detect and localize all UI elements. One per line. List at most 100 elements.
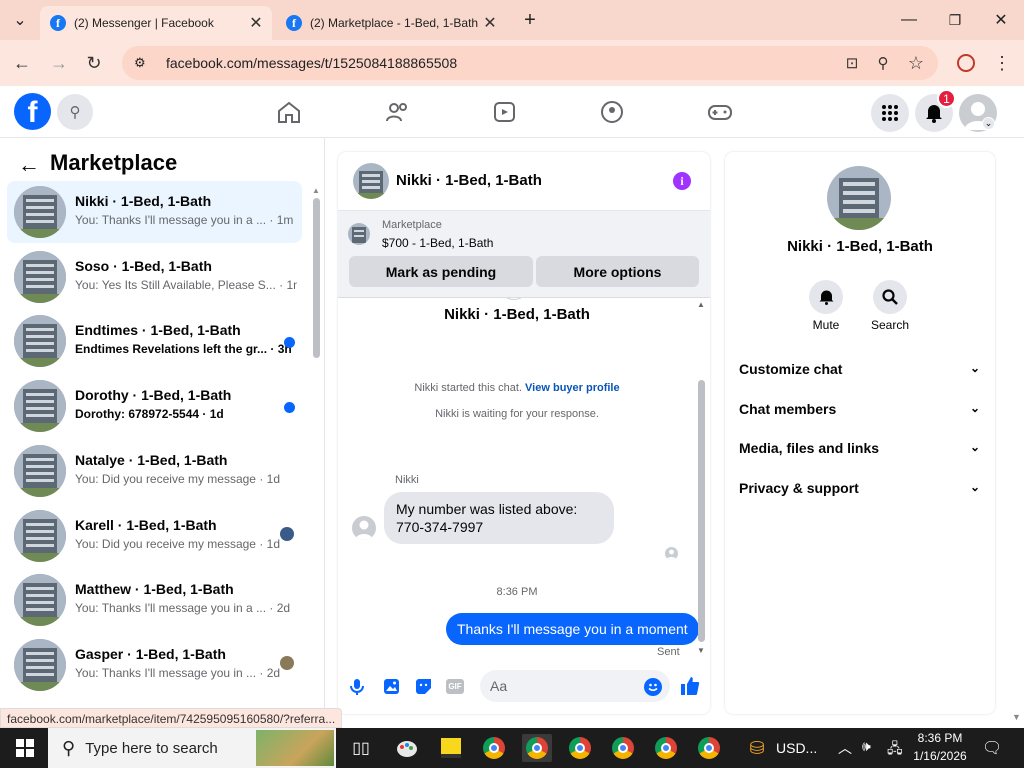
outgoing-message[interactable]: Thanks I'll message you in a moment — [446, 613, 698, 645]
tab-messenger[interactable]: f (2) Messenger | Facebook ✕ — [40, 6, 272, 40]
sticker-icon[interactable] — [415, 678, 432, 700]
chat-list-item[interactable]: Natalye · 1-Bed, 1-Bath You: Did you rece… — [7, 440, 302, 502]
search-icon[interactable]: ⚲ — [57, 94, 93, 130]
page-scroll-down-icon[interactable]: ▼ — [1012, 712, 1021, 722]
sender-avatar[interactable] — [352, 516, 376, 540]
chat-list-scrollbar[interactable]: ▲ — [312, 186, 320, 712]
listing-thumbnail[interactable] — [348, 223, 370, 245]
restore-icon[interactable]: ❐ — [941, 8, 969, 32]
task-view-icon[interactable]: ▯▯ — [346, 734, 376, 762]
clock-time[interactable]: 8:36 PM — [914, 731, 966, 745]
tab-marketplace[interactable]: f (2) Marketplace - 1-Bed, 1-Bath ✕ — [276, 6, 506, 40]
search-conversation-icon[interactable] — [873, 280, 907, 314]
video-icon[interactable] — [492, 100, 518, 129]
network-icon[interactable]: 🖧 — [887, 738, 903, 762]
address-bar[interactable]: ⚙ facebook.com/messages/t/15250841888655… — [122, 46, 938, 80]
menu-grid-icon[interactable] — [871, 94, 909, 132]
mute-bell-icon[interactable] — [809, 280, 843, 314]
chat-preview: You: Yes Its Still Available, Please S..… — [75, 278, 297, 292]
chrome-active-icon[interactable] — [522, 734, 552, 762]
chat-preview: You: Did you receive my message · 1d — [75, 537, 297, 551]
chat-list-item[interactable]: Endtimes · 1-Bed, 1-Bath Endtimes Revelat… — [7, 310, 302, 372]
more-options-button[interactable]: More options — [536, 256, 699, 287]
preview-text: You: Yes Its Still Available, Please S..… — [75, 277, 276, 292]
thread-scrollbar[interactable]: ▲ ▼ — [697, 300, 707, 656]
reload-icon[interactable]: ↻ — [81, 50, 107, 76]
currency-ticker[interactable]: USD... — [776, 740, 817, 756]
account-chevron-icon[interactable]: ⌄ — [982, 117, 995, 130]
taskbar-search-box[interactable]: ⚲ Type here to search — [48, 728, 336, 768]
chat-list-item[interactable]: Nikki · 1-Bed, 1-Bath You: Thanks I'll me… — [7, 181, 302, 243]
chat-list-item[interactable]: Gasper · 1-Bed, 1-Bath You: Thanks I'll m… — [7, 634, 302, 696]
chevron-down-icon: ⌄ — [969, 361, 980, 375]
sticky-notes-icon[interactable] — [436, 734, 466, 762]
volume-icon[interactable]: 🕪 — [862, 738, 871, 755]
chat-members-row[interactable]: Chat members ⌄ — [739, 401, 984, 417]
intro-avatar-edge — [498, 298, 530, 300]
conversation-panel: Nikki · 1-Bed, 1-Bath i Marketplace $700… — [338, 152, 710, 714]
microphone-icon[interactable] — [350, 678, 364, 701]
chrome-icon[interactable] — [565, 734, 595, 762]
tab-search-chevron-icon[interactable]: ⌄ — [6, 8, 34, 32]
privacy-support-row[interactable]: Privacy & support ⌄ — [739, 480, 984, 496]
currency-coins-icon[interactable]: ⛁ — [742, 734, 772, 762]
home-icon[interactable] — [276, 100, 302, 129]
back-arrow-icon[interactable]: ← — [18, 152, 40, 178]
view-buyer-profile-link[interactable]: View buyer profile — [525, 382, 620, 394]
thumbs-up-icon[interactable] — [680, 676, 700, 701]
chat-avatar[interactable] — [353, 163, 389, 199]
chrome-icon[interactable] — [608, 734, 638, 762]
close-tab-icon[interactable]: ✕ — [246, 13, 266, 33]
preview-time: · 2d — [269, 601, 291, 616]
media-files-links-row[interactable]: Media, files and links ⌄ — [739, 440, 984, 456]
chat-list-item[interactable]: Karell · 1-Bed, 1-Bath You: Did you recei… — [7, 505, 302, 567]
search-label[interactable]: Search — [859, 318, 921, 332]
profile-icon[interactable] — [953, 50, 979, 76]
chat-list-item[interactable]: Soso · 1-Bed, 1-Bath You: Yes Its Still A… — [7, 246, 302, 308]
back-icon[interactable]: ← — [9, 50, 35, 76]
incoming-message[interactable]: My number was listed above: 770-374-7997 — [384, 492, 614, 544]
browser-menu-icon[interactable]: ⋮ — [989, 50, 1015, 76]
emoji-icon[interactable] — [644, 678, 662, 696]
gaming-icon[interactable] — [706, 100, 734, 129]
minimize-icon[interactable]: — — [895, 8, 923, 32]
site-settings-icon[interactable]: ⚙ — [134, 55, 154, 71]
groups-icon[interactable] — [599, 100, 625, 129]
clock-date[interactable]: 1/16/2026 — [910, 749, 970, 763]
install-app-icon[interactable]: ⊡ — [839, 50, 865, 76]
notification-center-icon[interactable]: 🗨 — [982, 738, 1002, 758]
listing-title[interactable]: $700 - 1-Bed, 1-Bath — [382, 236, 493, 250]
chat-avatar — [14, 315, 66, 368]
friends-icon[interactable] — [384, 100, 410, 129]
started-text: Nikki started this chat. — [414, 382, 522, 394]
customize-chat-row[interactable]: Customize chat ⌄ — [739, 361, 984, 377]
chat-list-item[interactable]: Dorothy · 1-Bed, 1-Bath Dorothy: 678972-5… — [7, 375, 302, 437]
forward-icon[interactable]: → — [46, 50, 72, 76]
facebook-favicon-icon: f — [286, 15, 302, 31]
windows-start-icon[interactable] — [10, 734, 40, 762]
zoom-icon[interactable]: ⚲ — [870, 50, 896, 76]
chat-title[interactable]: Nikki · 1-Bed, 1-Bath — [396, 172, 542, 189]
new-tab-icon[interactable]: + — [516, 8, 544, 32]
message-input[interactable]: Aa — [480, 670, 670, 702]
paint-app-icon[interactable] — [392, 734, 422, 762]
facebook-logo[interactable]: f — [14, 93, 51, 130]
gif-icon[interactable]: GIF — [446, 679, 464, 694]
preview-time: · 1d — [202, 407, 224, 422]
chat-details-panel: Nikki · 1-Bed, 1-Bath Mute Search Custom… — [725, 152, 995, 714]
chat-list-item[interactable]: Matthew · 1-Bed, 1-Bath You: Thanks I'll … — [7, 569, 302, 631]
chat-name: Endtimes · 1-Bed, 1-Bath — [75, 322, 241, 339]
chrome-icon[interactable] — [694, 734, 724, 762]
hidden-icons-chevron-icon[interactable]: ︿ — [838, 738, 852, 758]
close-window-icon[interactable]: ✕ — [987, 8, 1015, 32]
info-icon[interactable]: i — [673, 172, 691, 190]
bookmark-star-icon[interactable]: ☆ — [903, 50, 929, 76]
close-tab-icon[interactable]: ✕ — [480, 13, 500, 33]
details-avatar[interactable] — [827, 166, 891, 230]
chrome-icon[interactable] — [651, 734, 681, 762]
mark-as-pending-button[interactable]: Mark as pending — [349, 256, 533, 287]
photo-icon[interactable] — [383, 678, 400, 700]
facebook-favicon-icon: f — [50, 15, 66, 31]
mute-label[interactable]: Mute — [795, 318, 857, 332]
chrome-icon[interactable] — [479, 734, 509, 762]
